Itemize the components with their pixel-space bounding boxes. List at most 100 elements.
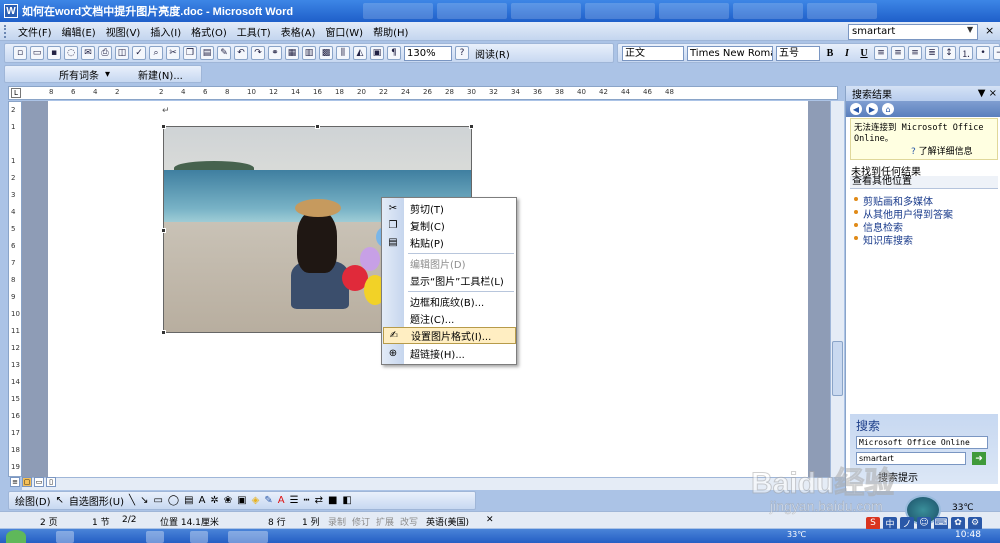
menu-item-cut[interactable]: ✂ 剪切(T): [383, 200, 516, 217]
oval-icon[interactable]: ◯: [168, 495, 179, 506]
line-style-icon[interactable]: ☰: [290, 495, 299, 506]
background-tab[interactable]: [733, 3, 804, 19]
resize-handle[interactable]: [161, 330, 166, 335]
arrow-icon[interactable]: ↘: [140, 495, 148, 506]
redo-icon[interactable]: ↷: [251, 46, 265, 60]
text-box-icon[interactable]: ▤: [184, 495, 193, 506]
justify-icon[interactable]: ≣: [925, 46, 939, 60]
fill-color-icon[interactable]: ◈: [252, 495, 260, 506]
horizontal-ruler[interactable]: L 8 6 4 2 2 4 6 8 10 12 14 16 18 20 22 24 26 28 30 32 34 36 38…: [8, 86, 838, 100]
show-hide-icon[interactable]: ¶: [387, 46, 401, 60]
shadow-icon[interactable]: ■: [328, 495, 337, 506]
resize-handle[interactable]: [469, 124, 474, 129]
resize-handle[interactable]: [315, 124, 320, 129]
print-layout-icon[interactable]: ▢: [22, 477, 32, 487]
help-search-input[interactable]: smartart: [848, 24, 978, 40]
indent-icon[interactable]: ⇥: [993, 46, 1000, 60]
menu-format[interactable]: 格式(O): [186, 24, 232, 39]
scroll-thumb[interactable]: [832, 341, 843, 396]
menu-table[interactable]: 表格(A): [276, 24, 321, 39]
select-objects-icon[interactable]: ↖: [56, 495, 64, 506]
task-pane-close-button[interactable]: ▼ ×: [978, 88, 997, 99]
font-color-icon[interactable]: A: [278, 495, 285, 506]
save-icon[interactable]: ▪: [47, 46, 61, 60]
rectangle-icon[interactable]: ▭: [153, 495, 162, 506]
font-size-select[interactable]: 五号: [776, 45, 820, 61]
vertical-ruler[interactable]: 2 1 1 2 3 4 5 6 7 8 9 10 11 12 13 14 15 16 17 18 19: [8, 101, 22, 477]
search-source-select[interactable]: Microsoft Office Online: [856, 436, 988, 449]
wordart-icon[interactable]: A: [199, 495, 206, 506]
reading-layout-icon[interactable]: ▯: [46, 477, 56, 487]
menu-insert[interactable]: 插入(I): [145, 24, 186, 39]
email-icon[interactable]: ✉: [81, 46, 95, 60]
chevron-down-icon[interactable]: ▼: [967, 25, 977, 39]
resize-handle[interactable]: [161, 228, 166, 233]
numbering-icon[interactable]: ⒈: [959, 46, 973, 60]
insert-table-icon[interactable]: ▥: [302, 46, 316, 60]
draw-menu-button[interactable]: 绘图(D): [15, 493, 51, 508]
resize-handle[interactable]: [161, 124, 166, 129]
menu-item-borders-shading[interactable]: 边框和底纹(B)...: [383, 293, 516, 310]
back-icon[interactable]: ◀: [850, 103, 862, 115]
status-ovr[interactable]: 改写: [400, 515, 418, 528]
autoshapes-menu-button[interactable]: 自选图形(U): [69, 493, 124, 508]
background-tab[interactable]: [659, 3, 730, 19]
chevron-down-icon[interactable]: ▾: [105, 69, 110, 80]
new-entry-button[interactable]: 新建(N)...: [138, 67, 183, 82]
help-icon[interactable]: ?: [455, 46, 469, 60]
more-info-link[interactable]: ? 了解详细信息: [911, 144, 973, 157]
menu-edit[interactable]: 编辑(E): [57, 24, 101, 39]
align-left-icon[interactable]: ≡: [874, 46, 888, 60]
close-document-button[interactable]: ×: [985, 24, 997, 38]
spelling-status-icon[interactable]: ✕: [486, 515, 494, 525]
bullets-icon[interactable]: •: [976, 46, 990, 60]
background-tab[interactable]: [363, 3, 434, 19]
normal-view-icon[interactable]: ≡: [10, 477, 20, 487]
background-tab[interactable]: [585, 3, 656, 19]
background-tab[interactable]: [437, 3, 508, 19]
web-layout-icon[interactable]: ▭: [34, 477, 44, 487]
underline-button[interactable]: U: [857, 46, 871, 60]
menu-item-caption[interactable]: 题注(C)...: [383, 310, 516, 327]
tables-borders-icon[interactable]: ▦: [285, 46, 299, 60]
permission-icon[interactable]: ◌: [64, 46, 78, 60]
tab-selector[interactable]: L: [11, 88, 21, 98]
new-document-icon[interactable]: ▫: [13, 46, 27, 60]
menu-file[interactable]: 文件(F): [13, 24, 57, 39]
align-center-icon[interactable]: ≡: [891, 46, 905, 60]
spelling-icon[interactable]: ✓: [132, 46, 146, 60]
columns-icon[interactable]: ⫼: [336, 46, 350, 60]
link-kb-search[interactable]: 知识库搜索: [863, 232, 913, 247]
bold-button[interactable]: B: [823, 46, 837, 60]
line-color-icon[interactable]: ✎: [264, 495, 272, 506]
status-rec[interactable]: 录制: [328, 515, 346, 528]
diagram-icon[interactable]: ✲: [210, 495, 218, 506]
picture-icon[interactable]: ▣: [237, 495, 246, 506]
font-select[interactable]: Times New Roman: [687, 45, 773, 61]
menu-item-show-picture-toolbar[interactable]: 显示“图片”工具栏(L): [383, 272, 516, 289]
drawing-icon[interactable]: ◭: [353, 46, 367, 60]
align-right-icon[interactable]: ≡: [908, 46, 922, 60]
clip-art-icon[interactable]: ❀: [224, 495, 232, 506]
status-ext[interactable]: 扩展: [376, 515, 394, 528]
italic-button[interactable]: I: [840, 46, 854, 60]
menu-item-copy[interactable]: ❐ 复制(C): [383, 217, 516, 234]
line-spacing-icon[interactable]: ↕: [942, 46, 956, 60]
line-icon[interactable]: ╲: [129, 495, 135, 506]
all-entries-dropdown[interactable]: 所有词条: [59, 67, 99, 82]
taskbar-app-word[interactable]: [228, 531, 268, 543]
insert-excel-icon[interactable]: ▩: [319, 46, 333, 60]
style-select[interactable]: 正文: [622, 45, 684, 61]
print-preview-icon[interactable]: ◫: [115, 46, 129, 60]
menu-item-format-picture[interactable]: ✍ 设置图片格式(I)...: [383, 327, 516, 344]
horizontal-scrollbar[interactable]: [22, 477, 830, 490]
taskbar-app[interactable]: [56, 531, 74, 543]
menu-item-paste[interactable]: ▤ 粘贴(P): [383, 234, 516, 251]
document-map-icon[interactable]: ▣: [370, 46, 384, 60]
paste-icon[interactable]: ▤: [200, 46, 214, 60]
menu-view[interactable]: 视图(V): [101, 24, 146, 39]
research-icon[interactable]: ⌕: [149, 46, 163, 60]
taskbar-app[interactable]: [146, 531, 164, 543]
format-painter-icon[interactable]: ✎: [217, 46, 231, 60]
forward-icon[interactable]: ▶: [866, 103, 878, 115]
